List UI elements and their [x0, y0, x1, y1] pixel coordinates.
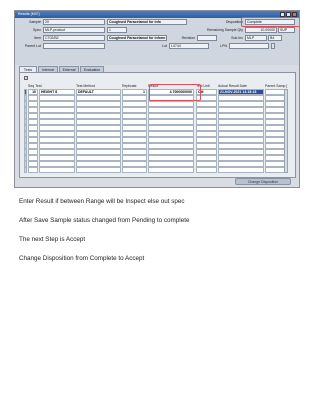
vertical-scrollbar[interactable] [284, 89, 288, 173]
lpn-lov-button[interactable]: … [271, 43, 275, 49]
sample-label: Sample [29, 20, 41, 24]
item-description-field[interactable]: Coughsed Paracetamol for inform [107, 35, 167, 41]
date-cell[interactable]: 21-NOV-2021 14:18:18 [218, 89, 264, 95]
revision-field[interactable] [197, 35, 217, 41]
disposition-label: Disposition [225, 20, 243, 24]
test-cell[interactable]: HEIGHT 8 [39, 89, 75, 95]
remaining-qty-label: Remaining Sample Qty [207, 28, 243, 32]
replicate-cell[interactable]: 1 [122, 89, 147, 95]
result-highlight [149, 84, 201, 101]
note-line: Enter Result if between Range will be In… [19, 198, 185, 205]
table-row[interactable] [24, 167, 286, 173]
locator-field[interactable]: B4 [268, 35, 282, 41]
edit-icon[interactable]: ✓ [24, 76, 28, 80]
lpn-field[interactable] [229, 43, 269, 49]
change-disposition-button[interactable]: Change Disposition [235, 178, 291, 185]
results-window: Results (M07) Sample 20 Coughsed Paracet… [14, 10, 300, 188]
remaining-qty-field[interactable]: 10.00000 [245, 27, 277, 33]
revision-label: Revision [181, 36, 195, 40]
sample-field[interactable]: 20 [43, 19, 105, 25]
row-selector[interactable] [24, 89, 27, 95]
window-title: Results (M07) [18, 12, 40, 16]
seq-cell[interactable]: 10 [28, 89, 38, 95]
spec-field[interactable]: MLP-product [43, 27, 105, 33]
note-line: Change Disposition from Complete to Acce… [19, 255, 145, 262]
subinventory-label: Sub.Inv [231, 36, 243, 40]
lot-field[interactable]: L0744 [169, 43, 209, 49]
note-line: The next Step is Accept [19, 236, 86, 243]
parent-lot-field[interactable] [43, 43, 105, 49]
parent-sample-cell[interactable] [265, 89, 285, 95]
lot-label: Lot [162, 44, 167, 48]
method-cell[interactable]: DEFAULT [76, 89, 121, 95]
lpn-label: LPN [220, 44, 227, 48]
note-line: After Save Sample status changed from Pe… [19, 217, 190, 224]
item-field[interactable]: C702/B2 [43, 35, 105, 41]
subinventory-field[interactable]: MLP [245, 35, 267, 41]
remaining-uom-field[interactable]: SUP [278, 27, 295, 33]
results-grid: 10 HEIGHT 8 DEFAULT 1 4.7000000000 CM 21… [24, 89, 286, 173]
disposition-highlight [241, 17, 299, 27]
spec-label: Spec [33, 28, 41, 32]
sample-description-field[interactable]: Coughsed Paracetamol for info [107, 19, 187, 25]
item-label: Item [34, 36, 41, 40]
spec-version-field[interactable]: 1 [107, 27, 127, 33]
parent-lot-label: Parent Lot [24, 44, 41, 48]
